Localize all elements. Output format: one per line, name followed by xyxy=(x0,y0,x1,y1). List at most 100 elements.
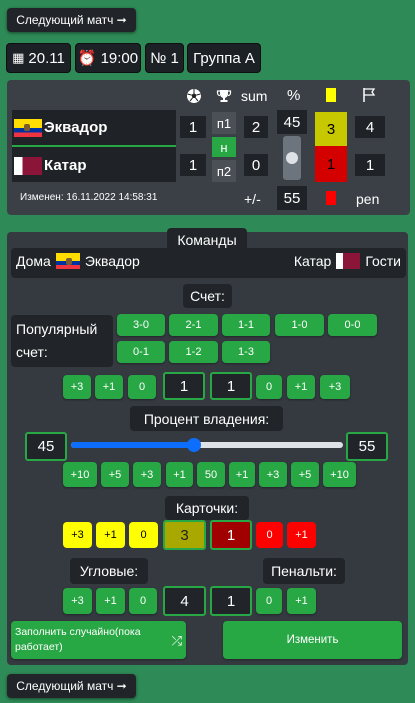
flag-icon xyxy=(362,87,376,108)
random-fill-button[interactable]: Заполнить случайно(пока работает) ⤮ xyxy=(11,621,186,659)
next-match-button-top[interactable]: Следующий матч ➞ xyxy=(7,8,136,32)
yellow-plus1-button[interactable]: +1 xyxy=(96,522,125,548)
pen-label: pen xyxy=(356,191,380,207)
penalties-zero-button[interactable]: 0 xyxy=(256,588,282,614)
trophy-icon xyxy=(214,86,234,106)
time-pill: ⏰ 19:00 xyxy=(75,43,141,73)
team1-yellow: 3 xyxy=(315,112,347,146)
popular-score-button[interactable]: 1-0 xyxy=(275,314,324,336)
team1-sum: 2 xyxy=(244,116,268,138)
slider-thumb[interactable] xyxy=(286,152,298,164)
corners-input[interactable]: 4 xyxy=(163,586,206,616)
yellow-zero-button[interactable]: 0 xyxy=(129,522,158,548)
popular-score-button[interactable]: 3-0 xyxy=(117,314,165,336)
possession-slider-fill xyxy=(71,442,195,448)
team2-score: 1 xyxy=(180,154,206,176)
team2-corners: 1 xyxy=(355,154,385,176)
sum-header: sum xyxy=(241,88,268,104)
away-possession-input[interactable]: 55 xyxy=(346,432,388,461)
plus-minus-label: +/- xyxy=(244,191,261,207)
match-number-pill: № 1 xyxy=(145,43,184,73)
home-score-zero-button[interactable]: 0 xyxy=(128,375,156,399)
home-team-name: Эквадор xyxy=(84,253,140,269)
date-pill: ▦ 20.11 xyxy=(6,43,71,73)
possession-button[interactable]: +1 xyxy=(229,462,255,487)
qatar-flag-icon xyxy=(14,157,42,175)
percent-header: % xyxy=(287,87,301,104)
group-pill: Группа A xyxy=(187,43,261,73)
half2-cell: п2 xyxy=(212,160,236,182)
possession-button[interactable]: +5 xyxy=(291,462,319,487)
home-score-plus1-button[interactable]: +1 xyxy=(95,375,123,399)
team1-score: 1 xyxy=(180,116,206,138)
home-possession-input[interactable]: 45 xyxy=(25,432,67,461)
possession-button[interactable]: +10 xyxy=(323,462,356,487)
penalties-plus1-button[interactable]: +1 xyxy=(287,588,316,614)
ecuador-flag-icon xyxy=(55,253,80,269)
corners-zero-button[interactable]: 0 xyxy=(129,588,157,614)
possession-vertical-slider[interactable] xyxy=(283,136,301,180)
shuffle-icon: ⤮ xyxy=(171,632,182,648)
popular-score-button[interactable]: 1-3 xyxy=(222,341,270,363)
yellow-plus3-button[interactable]: +3 xyxy=(63,522,92,548)
date-text: 20.11 xyxy=(28,49,65,67)
home-label: Дома xyxy=(16,253,51,269)
alarm-clock-icon: ⏰ xyxy=(77,50,97,67)
team2-possession: 55 xyxy=(277,186,307,210)
possession-button[interactable]: +10 xyxy=(63,462,97,487)
corners-plus1-button[interactable]: +1 xyxy=(96,588,125,614)
away-score-plus1-button[interactable]: +1 xyxy=(287,375,315,399)
home-team-group: Дома Эквадор xyxy=(16,253,140,269)
popular-score-button[interactable]: 2-1 xyxy=(169,314,218,336)
team2-red: 1 xyxy=(315,146,347,182)
half1-cell: п1 xyxy=(212,112,236,134)
corners-plus3-button[interactable]: +3 xyxy=(63,588,92,614)
penalties-label: Пенальти: xyxy=(263,558,345,584)
away-score-plus3-button[interactable]: +3 xyxy=(320,375,350,399)
red-card-icon xyxy=(326,191,336,205)
yellow-card-icon xyxy=(326,88,336,102)
red-cards-input[interactable]: 1 xyxy=(210,520,252,550)
popular-score-button[interactable]: 1-2 xyxy=(169,341,218,363)
red-zero-button[interactable]: 0 xyxy=(256,522,283,548)
random-fill-label: Заполнить случайно(пока работает) xyxy=(15,626,141,653)
popular-score-button[interactable]: 0-0 xyxy=(328,314,377,336)
calendar-icon: ▦ xyxy=(12,50,25,65)
possession-button[interactable]: +5 xyxy=(101,462,129,487)
changed-timestamp: Изменен: 16.11.2022 14:58:31 xyxy=(20,192,158,203)
possession-label: Процент владения: xyxy=(130,406,283,431)
half-n-cell: н xyxy=(212,137,236,157)
team2-name: Катар xyxy=(44,157,87,174)
possession-button[interactable]: +3 xyxy=(259,462,287,487)
team1-corners: 4 xyxy=(355,116,385,138)
possession-slider-thumb[interactable] xyxy=(187,438,202,452)
qatar-flag-icon xyxy=(336,253,361,269)
away-team-group: Катар Гости xyxy=(294,253,401,269)
team1-name: Эквадор xyxy=(44,119,108,136)
soccer-ball-icon xyxy=(184,86,204,106)
popular-score-button[interactable]: 0-1 xyxy=(117,341,165,363)
corners-label: Угловые: xyxy=(70,558,148,584)
possession-slider[interactable] xyxy=(71,438,343,452)
away-score-zero-button[interactable]: 0 xyxy=(256,375,282,399)
home-score-input[interactable]: 1 xyxy=(163,372,205,400)
team2-sum: 0 xyxy=(244,154,268,176)
popular-score-label: Популярный счет: xyxy=(11,315,113,367)
away-score-input[interactable]: 1 xyxy=(210,372,252,400)
away-team-name: Катар xyxy=(293,253,332,269)
possession-button[interactable]: +3 xyxy=(133,462,161,487)
ecuador-flag-icon xyxy=(14,119,42,137)
yellow-cards-input[interactable]: 3 xyxy=(163,520,206,550)
possession-button[interactable]: +1 xyxy=(166,462,193,487)
penalties-input[interactable]: 1 xyxy=(210,586,252,616)
red-plus1-button[interactable]: +1 xyxy=(287,522,316,548)
time-text: 19:00 xyxy=(100,49,139,67)
possession-button[interactable]: 50 xyxy=(197,462,225,487)
change-button[interactable]: Изменить xyxy=(223,621,402,659)
away-label: Гости xyxy=(365,253,401,269)
score-label: Счет: xyxy=(183,284,232,308)
team1-possession: 45 xyxy=(277,110,307,134)
popular-score-button[interactable]: 1-1 xyxy=(222,314,270,336)
next-match-button-bottom[interactable]: Следующий матч ➞ xyxy=(7,674,136,698)
home-score-plus3-button[interactable]: +3 xyxy=(63,375,91,399)
